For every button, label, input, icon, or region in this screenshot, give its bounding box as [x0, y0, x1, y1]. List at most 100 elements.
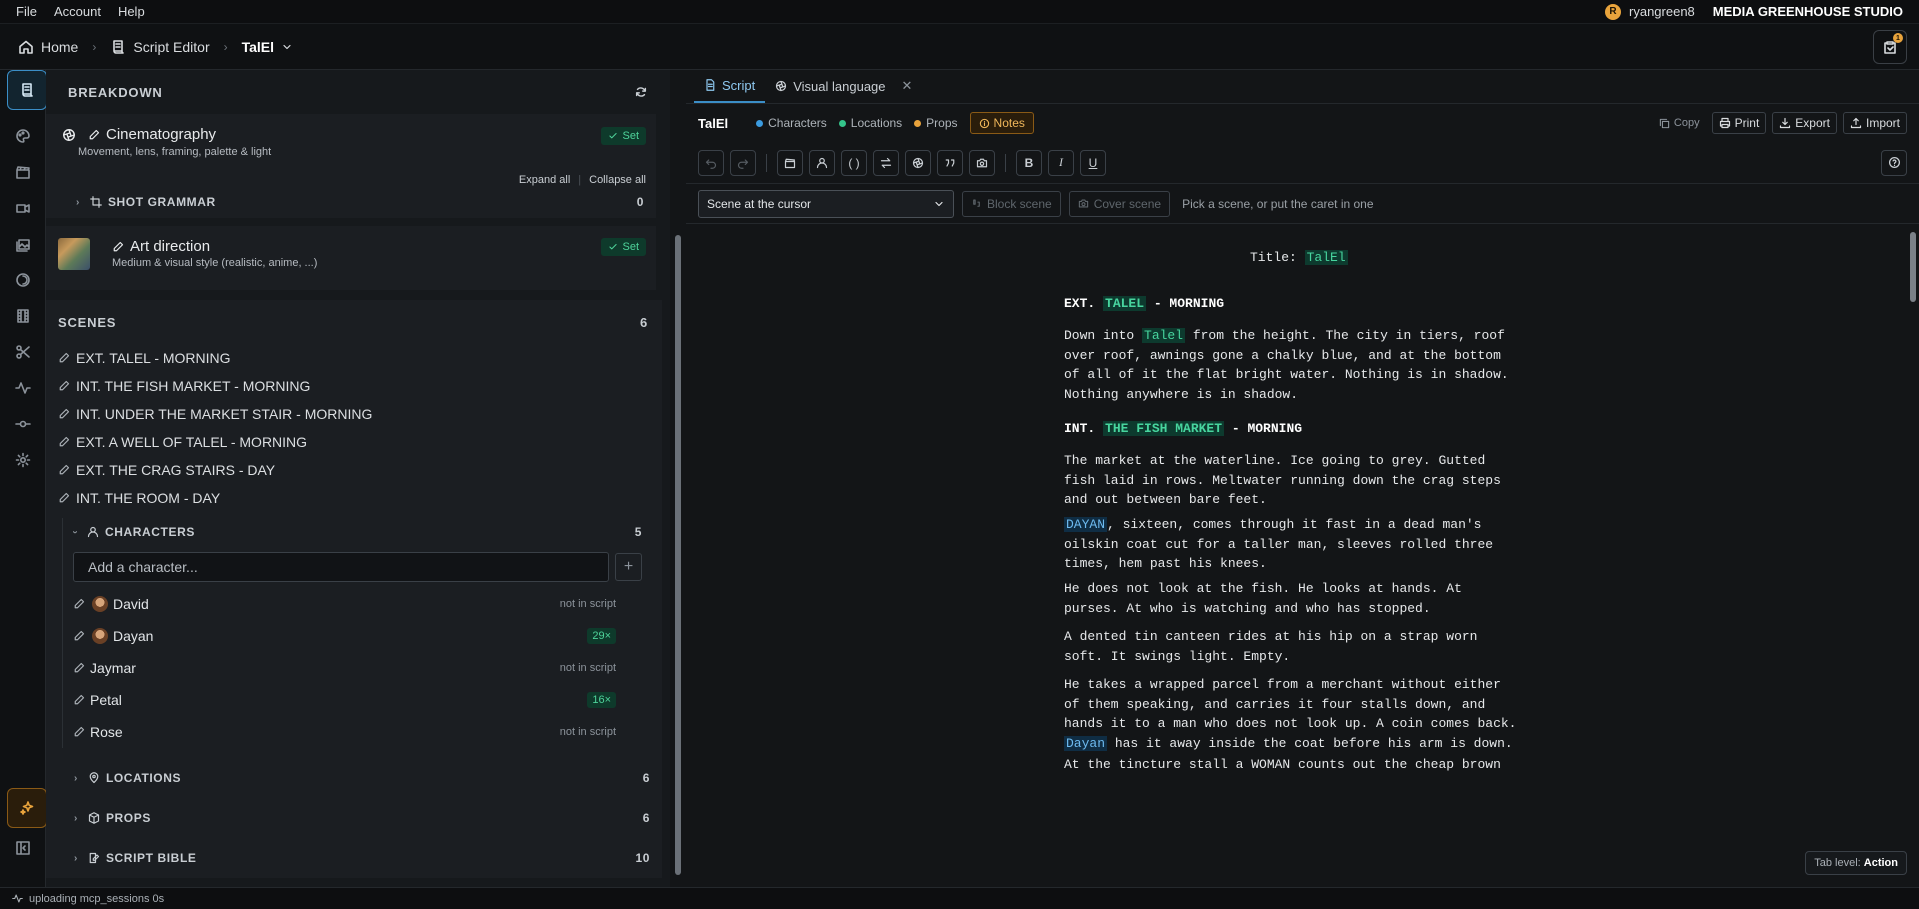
shot-grammar-row[interactable]: › SHOT GRAMMAR 0: [46, 186, 656, 218]
rail-disc-button[interactable]: [9, 266, 37, 294]
pencil-icon[interactable]: [73, 726, 85, 738]
pencil-icon[interactable]: [58, 436, 70, 448]
character-item[interactable]: Rose not in script: [63, 716, 654, 748]
expand-all-button[interactable]: Expand all: [519, 174, 570, 186]
cover-scene-button[interactable]: Cover scene: [1068, 190, 1171, 217]
rail-clapper-button[interactable]: [9, 158, 37, 186]
transition-button[interactable]: [873, 149, 899, 176]
close-icon[interactable]: ✕: [902, 78, 913, 94]
import-button[interactable]: Import: [1842, 112, 1907, 134]
map-pin-icon: [89, 772, 99, 784]
footprints-icon: [973, 199, 980, 207]
legend-locations[interactable]: Locations: [838, 116, 902, 130]
character-item[interactable]: Dayan 29×: [63, 620, 654, 652]
camera-button[interactable]: [969, 149, 995, 176]
script-text-area[interactable]: Title: TalEl EXT. TALEL - MORNING Down i…: [686, 224, 1907, 887]
rail-scissors-button[interactable]: [9, 338, 37, 366]
legend-props[interactable]: Props: [914, 116, 958, 130]
collapse-all-button[interactable]: Collapse all: [589, 174, 646, 186]
copy-button[interactable]: Copy: [1653, 112, 1706, 134]
action-text: , sixteen, comes through it fast in a de…: [1107, 517, 1482, 532]
locations-row[interactable]: › LOCATIONS 6: [46, 758, 662, 798]
rail-film-button[interactable]: [9, 302, 37, 330]
notes-toggle[interactable]: Notes: [969, 112, 1034, 134]
character-item[interactable]: Petal 16×: [63, 684, 654, 716]
scene-item[interactable]: EXT. A WELL OF TALEL - MORNING: [46, 428, 662, 456]
undo-button[interactable]: [698, 149, 724, 176]
menu-file[interactable]: File: [16, 4, 37, 19]
scene-heading-button[interactable]: [777, 149, 803, 176]
shot-grammar-section[interactable]: › SHOT GRAMMAR 0: [46, 186, 656, 218]
characters-header[interactable]: › CHARACTERS 5: [63, 518, 654, 546]
script-scrollbar[interactable]: [1907, 224, 1919, 887]
rail-settings-button[interactable]: [9, 446, 37, 474]
parenthetical-button[interactable]: ( ): [841, 149, 867, 176]
block-scene-button[interactable]: Block scene: [962, 190, 1061, 217]
add-character-button[interactable]: +: [615, 553, 642, 581]
pencil-icon[interactable]: [58, 408, 70, 420]
character-item[interactable]: Jaymar not in script: [63, 652, 654, 684]
props-row[interactable]: › PROPS 6: [46, 798, 662, 838]
chevron-right-icon: ›: [76, 196, 80, 208]
rail-camera-button[interactable]: [9, 194, 37, 222]
scene-item[interactable]: INT. THE FISH MARKET - MORNING: [46, 372, 662, 400]
pencil-icon[interactable]: [88, 129, 100, 141]
character-name: David: [113, 596, 149, 612]
rail-script-button[interactable]: [7, 70, 47, 110]
art-direction-card[interactable]: Art direction Medium & visual style (rea…: [46, 226, 656, 290]
notes-button[interactable]: 1: [1873, 30, 1907, 64]
scene-label: INT. THE FISH MARKET - MORNING: [76, 378, 311, 394]
bold-button[interactable]: B: [1016, 149, 1042, 176]
refresh-icon[interactable]: [634, 85, 648, 99]
add-character-input[interactable]: [73, 552, 609, 582]
menu-help[interactable]: Help: [118, 4, 145, 19]
print-button[interactable]: Print: [1711, 112, 1767, 134]
rail-activity-button[interactable]: [9, 374, 37, 402]
pencil-icon[interactable]: [58, 352, 70, 364]
pencil-icon[interactable]: [73, 662, 85, 674]
scene-item[interactable]: INT. THE ROOM - DAY: [46, 484, 662, 512]
breadcrumb-home[interactable]: Home: [18, 39, 78, 55]
shot-button[interactable]: [905, 149, 931, 176]
rail-collapse-button[interactable]: [9, 834, 37, 862]
dialogue-button[interactable]: [937, 149, 963, 176]
scene-select[interactable]: Scene at the cursor: [698, 189, 954, 218]
export-button[interactable]: Export: [1772, 112, 1837, 134]
tab-visual-language[interactable]: Visual language ✕: [765, 69, 922, 103]
scene-item[interactable]: INT. UNDER THE MARKET STAIR - MORNING: [46, 400, 662, 428]
tab-script[interactable]: Script: [694, 69, 766, 103]
scrollbar-thumb[interactable]: [675, 235, 681, 875]
scene-item[interactable]: EXT. TALEL - MORNING: [46, 344, 662, 372]
left-panel-scrollbar[interactable]: [672, 70, 684, 887]
rail-images-button[interactable]: [9, 230, 37, 258]
tab-level-indicator[interactable]: Tab level: Action: [1805, 851, 1907, 875]
pencil-icon[interactable]: [73, 694, 85, 706]
rail-commit-button[interactable]: [9, 410, 37, 438]
action-line: Dayan has it away inside the coat before…: [1064, 734, 1516, 754]
breadcrumb-project-dropdown[interactable]: TalEl: [242, 39, 293, 55]
pencil-icon[interactable]: [58, 492, 70, 504]
breadcrumb-script-editor[interactable]: Script Editor: [110, 39, 210, 55]
script-bible-row[interactable]: › SCRIPT BIBLE 10: [46, 838, 662, 878]
character-button[interactable]: [809, 149, 835, 176]
scene-label: EXT. A WELL OF TALEL - MORNING: [76, 434, 308, 450]
pencil-icon[interactable]: [73, 630, 85, 642]
avatar[interactable]: R: [1605, 3, 1622, 20]
help-button[interactable]: [1881, 149, 1907, 176]
menu-account[interactable]: Account: [54, 4, 101, 19]
scrollbar-thumb[interactable]: [1910, 232, 1916, 302]
script-bible-count: 10: [635, 851, 650, 865]
pencil-icon[interactable]: [58, 380, 70, 392]
pencil-icon[interactable]: [112, 241, 124, 253]
rail-ai-assistant-button[interactable]: [7, 788, 47, 828]
scene-item[interactable]: EXT. THE CRAG STAIRS - DAY: [46, 456, 662, 484]
character-item[interactable]: David not in script: [63, 588, 654, 620]
rail-palette-button[interactable]: [9, 122, 37, 150]
pencil-icon[interactable]: [73, 598, 85, 610]
pencil-icon[interactable]: [58, 464, 70, 476]
italic-button[interactable]: I: [1048, 149, 1074, 176]
redo-button[interactable]: [730, 149, 756, 176]
username[interactable]: ryangreen8: [1629, 4, 1695, 19]
underline-button[interactable]: U: [1080, 149, 1106, 176]
legend-characters[interactable]: Characters: [756, 116, 827, 130]
